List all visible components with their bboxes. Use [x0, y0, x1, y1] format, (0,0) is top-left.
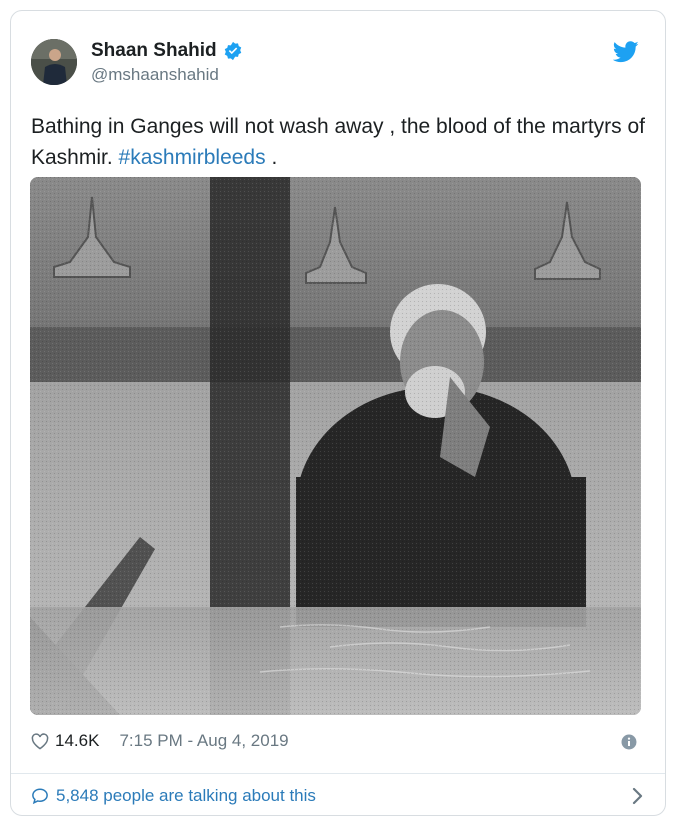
tweet-meta: 14.6K 7:15 PM - Aug 4, 2019	[31, 731, 289, 751]
photo-image	[30, 177, 641, 715]
comment-bubble-icon	[32, 788, 48, 805]
author-name-row[interactable]: Shaan Shahid	[91, 40, 243, 62]
talking-about-link[interactable]: 5,848 people are talking about this	[31, 786, 316, 806]
twitter-bird-icon[interactable]	[613, 41, 639, 63]
author-name[interactable]: Shaan Shahid	[91, 40, 217, 62]
tweet-suffix: .	[265, 146, 278, 169]
tweet-text: Bathing in Ganges will not wash away , t…	[31, 111, 651, 173]
avatar[interactable]	[31, 39, 77, 85]
tweet-card: Shaan Shahid @mshaanshahid Bathing in Ga…	[10, 10, 666, 816]
timestamp[interactable]: 7:15 PM - Aug 4, 2019	[119, 731, 288, 751]
avatar-image	[31, 39, 77, 85]
author-handle[interactable]: @mshaanshahid	[91, 65, 219, 85]
talking-text[interactable]: 5,848 people are talking about this	[56, 786, 316, 806]
like-count[interactable]: 14.6K	[55, 731, 99, 751]
chevron-right-icon[interactable]	[631, 787, 643, 805]
tweet-photo[interactable]	[30, 177, 641, 715]
info-icon[interactable]	[621, 734, 637, 750]
divider	[11, 773, 665, 774]
verified-badge-icon	[224, 41, 241, 61]
heart-icon[interactable]	[31, 732, 49, 750]
hashtag-link[interactable]: #kashmirbleeds	[119, 146, 266, 169]
